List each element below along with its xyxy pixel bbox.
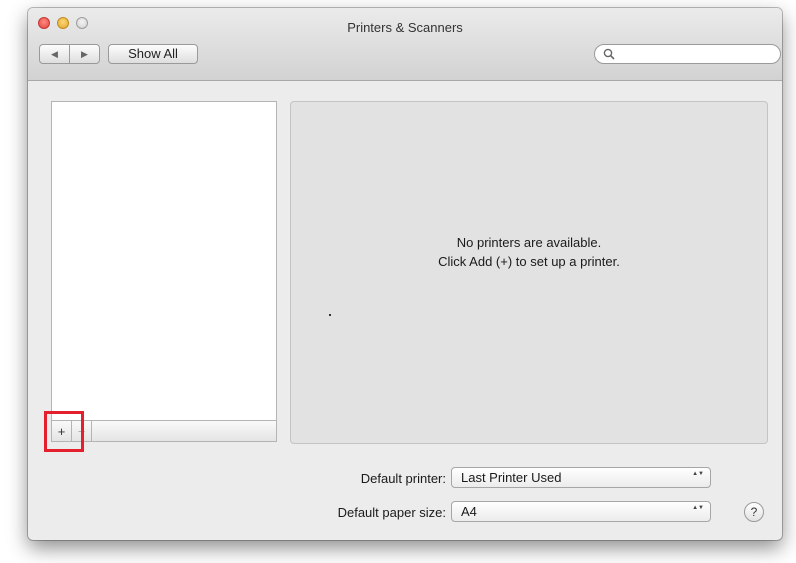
- default-printer-popup[interactable]: Last Printer Used ▲▼: [451, 467, 711, 488]
- up-down-arrows-icon: ▲▼: [692, 471, 704, 477]
- search-icon: [603, 48, 615, 60]
- default-paper-size-value: A4: [461, 504, 477, 519]
- printer-list[interactable]: [51, 101, 277, 421]
- default-printer-label: Default printer:: [360, 471, 446, 486]
- add-button-highlight-box: [44, 411, 84, 452]
- back-arrow-icon: ◀: [51, 48, 58, 59]
- printers-scanners-window: Printers & Scanners ◀ ▶ Show All + − No …: [28, 8, 782, 540]
- forward-button[interactable]: ▶: [69, 45, 99, 63]
- stray-dot: [329, 314, 331, 316]
- printer-detail-pane: No printers are available. Click Add (+)…: [290, 101, 768, 444]
- default-paper-size-popup[interactable]: A4 ▲▼: [451, 501, 711, 522]
- up-down-arrows-icon: ▲▼: [692, 505, 704, 511]
- default-printer-value: Last Printer Used: [461, 470, 562, 485]
- show-all-button[interactable]: Show All: [108, 44, 198, 64]
- window-title: Printers & Scanners: [347, 20, 463, 35]
- back-button[interactable]: ◀: [40, 45, 69, 63]
- back-forward-control: ◀ ▶: [39, 44, 100, 64]
- add-printer-hint: Click Add (+) to set up a printer.: [438, 254, 620, 269]
- no-printers-message: No printers are available.: [456, 235, 602, 250]
- printer-list-toolbar: + −: [51, 420, 277, 442]
- default-paper-size-label: Default paper size:: [337, 505, 446, 520]
- search-field[interactable]: [594, 44, 781, 64]
- titlebar: Printers & Scanners ◀ ▶ Show All: [28, 8, 782, 81]
- forward-arrow-icon: ▶: [81, 48, 88, 59]
- help-button[interactable]: ?: [744, 502, 764, 522]
